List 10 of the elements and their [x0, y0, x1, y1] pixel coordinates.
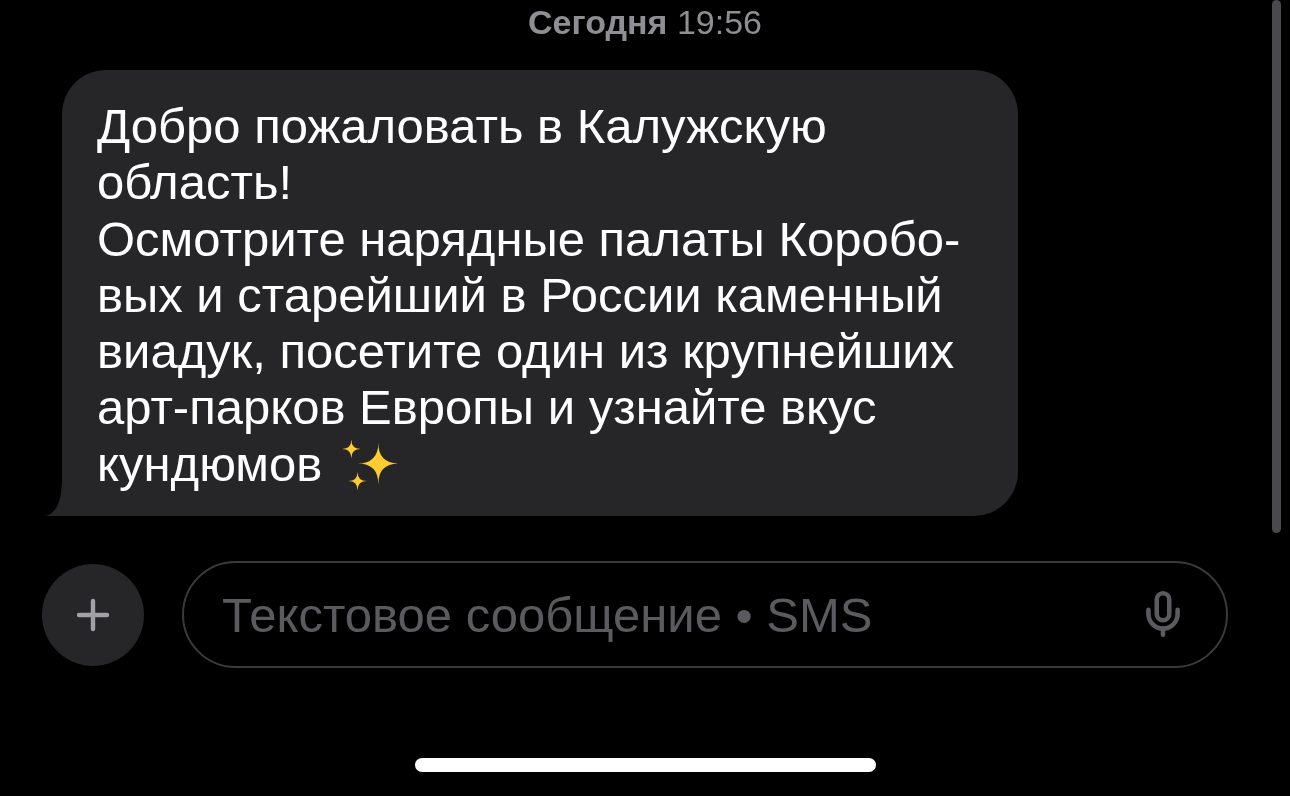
sparkles-icon	[342, 438, 399, 491]
message-line: арт-парков Европы и узнайте вкус	[97, 379, 877, 436]
message-input[interactable]: Текстовое сообщение • SMS	[182, 561, 1228, 669]
message-line: кундюмов	[97, 435, 323, 493]
message-line: вых и старейший в России каменный	[97, 266, 943, 324]
message-line: область!	[97, 154, 293, 211]
message-line: Добро пожаловать в Калужскую	[97, 98, 827, 155]
message-timestamp: Сегодня 19:56	[528, 2, 762, 42]
message-line: Осмотрите нарядные палаты Коробо-	[97, 210, 961, 267]
message-line: виадук, посетите один из крупнейших	[97, 323, 955, 380]
